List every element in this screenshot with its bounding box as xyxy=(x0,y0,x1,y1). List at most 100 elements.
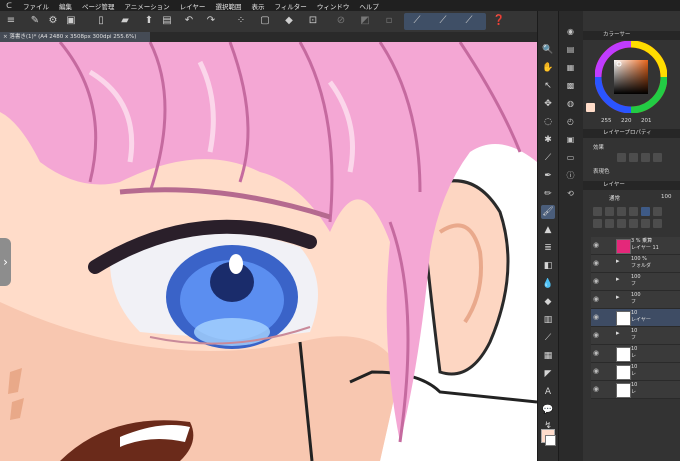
crop-icon[interactable]: ▫ xyxy=(382,14,396,28)
gradient-tool-icon[interactable]: ▥ xyxy=(541,313,555,327)
layer-row[interactable]: ◉ ▸ 100 フ xyxy=(591,273,680,291)
hand-tool-icon[interactable]: ✋ xyxy=(541,61,555,75)
color-wheel[interactable] xyxy=(595,41,667,113)
mask-layer-button[interactable] xyxy=(653,207,662,216)
new-folder-button[interactable] xyxy=(617,219,626,228)
undo-icon[interactable]: ↶ xyxy=(182,14,196,28)
visibility-eye-icon[interactable]: ◉ xyxy=(593,331,599,339)
pen-tool-icon[interactable]: ✒ xyxy=(541,169,555,183)
info-tab-icon[interactable]: ⓘ xyxy=(564,169,577,182)
airbrush-tool-icon[interactable]: ▲ xyxy=(541,223,555,237)
new-canvas-icon[interactable]: ✎ xyxy=(28,14,42,28)
layer-row[interactable]: ◉ ▸ 100 フ xyxy=(591,291,680,309)
current-color-chip[interactable] xyxy=(586,103,595,112)
lock-layer-button[interactable] xyxy=(605,207,614,216)
layer-row[interactable]: ◉ 10 レ xyxy=(591,381,680,399)
document-tab[interactable]: × 落書き(1)* (A4 2480 x 3508px 300dpi 255.6… xyxy=(0,32,150,42)
help-icon[interactable]: ❓ xyxy=(492,14,506,28)
menu-page-management[interactable]: ページ管理 xyxy=(77,1,119,11)
brush-tool-icon[interactable]: 🖌 xyxy=(541,205,555,219)
layer-row[interactable]: ◉ ▸ 100 % フォルダ xyxy=(591,255,680,273)
navigator-tab-icon[interactable]: ▣ xyxy=(564,133,577,146)
transform-icon[interactable]: ⊡ xyxy=(306,14,320,28)
hamburger-icon[interactable]: ≡ xyxy=(4,14,18,28)
menu-animation[interactable]: アニメーション xyxy=(119,1,174,11)
ruler-tool-icon[interactable]: ◤ xyxy=(541,367,555,381)
layer-opacity-value[interactable]: 100 xyxy=(661,194,672,200)
color-set-tab-icon[interactable]: ▦ xyxy=(564,61,577,74)
new-raster-layer-button[interactable] xyxy=(593,219,602,228)
ruler-icon[interactable]: ⊘ xyxy=(334,14,348,28)
effect-color-button[interactable] xyxy=(641,153,650,162)
visibility-eye-icon[interactable]: ◉ xyxy=(593,313,599,321)
menu-selection[interactable]: 選択範囲 xyxy=(210,1,246,11)
lock-transparent-button[interactable] xyxy=(593,207,602,216)
layer-row-selected[interactable]: ◉ 10 レイヤー xyxy=(591,309,680,327)
color-slider-tab-icon[interactable]: ▤ xyxy=(564,43,577,56)
pencil-tool-icon[interactable]: ✏ xyxy=(541,187,555,201)
draft-layer-button[interactable] xyxy=(641,207,650,216)
snap-special-ruler-icon[interactable]: ⟋ xyxy=(436,14,450,28)
text-tool-icon[interactable]: A xyxy=(541,385,555,399)
menu-layer[interactable]: レイヤー xyxy=(175,1,211,11)
visibility-eye-icon[interactable]: ◉ xyxy=(593,367,599,375)
reference-layer-button[interactable] xyxy=(629,207,638,216)
menu-window[interactable]: ウィンドウ xyxy=(312,1,355,11)
fill-icon[interactable]: ◆ xyxy=(282,14,296,28)
app-logo-icon[interactable]: ᑕ xyxy=(0,1,18,10)
zoom-tool-icon[interactable]: 🔍 xyxy=(541,43,555,57)
effect-border-button[interactable] xyxy=(617,153,626,162)
sub-view-tab-icon[interactable]: ▭ xyxy=(564,151,577,164)
history-tab-icon[interactable]: ⟲ xyxy=(564,187,577,200)
blend-tool-icon[interactable]: 💧 xyxy=(541,277,555,291)
color-history-tab-icon[interactable]: ◴ xyxy=(564,115,577,128)
visibility-eye-icon[interactable]: ◉ xyxy=(593,277,599,285)
visibility-eye-icon[interactable]: ◉ xyxy=(593,349,599,357)
move-tool-icon[interactable]: ✥ xyxy=(541,97,555,111)
visibility-eye-icon[interactable]: ◉ xyxy=(593,385,599,393)
layer-mask-button[interactable] xyxy=(641,219,650,228)
color-panel-header[interactable]: カラーサー xyxy=(583,31,680,40)
operation-tool-icon[interactable]: ↖ xyxy=(541,79,555,93)
save-all-icon[interactable]: ▤ xyxy=(160,14,174,28)
layer-panel-header[interactable]: レイヤー xyxy=(583,181,680,190)
panel-collapse-handle[interactable]: › xyxy=(0,238,11,286)
layer-row[interactable]: ◉ ▸ 10 フ xyxy=(591,327,680,345)
menu-edit[interactable]: 編集 xyxy=(54,1,77,11)
snap-grid-icon[interactable]: ⟋ xyxy=(462,14,476,28)
balloon-tool-icon[interactable]: 💬 xyxy=(541,403,555,417)
frame-tool-icon[interactable]: ▦ xyxy=(541,349,555,363)
settings-icon[interactable]: ⚙ xyxy=(46,14,60,28)
layer-row[interactable]: ◉ 10 レ xyxy=(591,363,680,381)
drawing-canvas[interactable]: › xyxy=(0,42,537,461)
fill-tool-icon[interactable]: ◆ xyxy=(541,295,555,309)
layer-row[interactable]: ◉ 3 % 乗算 レイヤー 11 xyxy=(591,237,680,255)
effect-tone-button[interactable] xyxy=(629,153,638,162)
redo-icon[interactable]: ↷ xyxy=(204,14,218,28)
effect-extract-button[interactable] xyxy=(653,153,662,162)
layer-property-header[interactable]: レイヤープロパティ xyxy=(583,129,680,138)
open-folder-icon[interactable]: ▰ xyxy=(118,14,132,28)
clip-lower-button[interactable] xyxy=(617,207,626,216)
snap-icon[interactable]: ◩ xyxy=(358,14,372,28)
menu-file[interactable]: ファイル xyxy=(18,1,54,11)
visibility-eye-icon[interactable]: ◉ xyxy=(593,295,599,303)
menu-help[interactable]: ヘルプ xyxy=(354,1,384,11)
new-vector-layer-button[interactable] xyxy=(605,219,614,228)
eraser-tool-icon[interactable]: ◧ xyxy=(541,259,555,273)
visibility-eye-icon[interactable]: ◉ xyxy=(593,241,599,249)
visibility-eye-icon[interactable]: ◉ xyxy=(593,259,599,267)
save-icon[interactable]: ⬆ xyxy=(142,14,156,28)
snap-ruler-icon[interactable]: ⟋ xyxy=(410,14,424,28)
new-file-icon[interactable]: ▯ xyxy=(94,14,108,28)
eyedropper-icon[interactable]: ⟋ xyxy=(541,151,555,165)
gallery-icon[interactable]: ▣ xyxy=(64,14,78,28)
layer-row[interactable]: ◉ 10 レ xyxy=(591,345,680,363)
decoration-tool-icon[interactable]: ≣ xyxy=(541,241,555,255)
menu-filter[interactable]: フィルター xyxy=(269,1,311,11)
color-wheel-tab-icon[interactable]: ◉ xyxy=(564,25,577,38)
menu-view[interactable]: 表示 xyxy=(246,1,269,11)
blend-mode-select[interactable]: 通常 xyxy=(609,194,620,202)
magic-wand-icon[interactable]: ✱ xyxy=(541,133,555,147)
merge-down-button[interactable] xyxy=(629,219,638,228)
